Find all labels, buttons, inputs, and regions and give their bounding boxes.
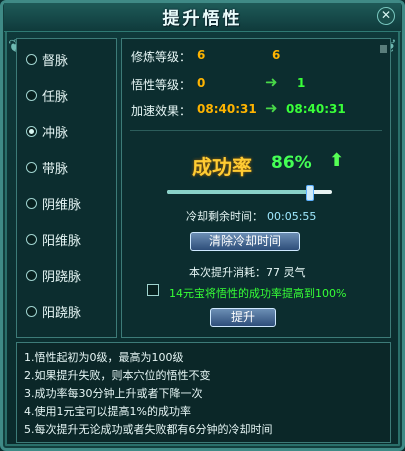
slider-fill: [167, 190, 309, 194]
close-button[interactable]: ✕: [377, 7, 395, 25]
radio-icon: [26, 161, 37, 173]
arrow-right-icon: ➜: [265, 73, 278, 91]
arrow-right-icon: ➜: [265, 99, 278, 117]
note-line: 4.使用1元宝可以提高1%的成功率: [24, 405, 191, 418]
meridian-label: 阳跷脉: [42, 305, 82, 321]
use-yuanbao-label: 14元宝将悟性的成功率提高到100%: [169, 287, 347, 300]
meridian-label: 阳维脉: [42, 233, 82, 249]
upgrade-cost: 本次提升消耗：77 灵气: [189, 266, 306, 279]
radio-icon: [26, 89, 37, 101]
radio-icon: [26, 305, 37, 317]
radio-icon: [26, 53, 37, 65]
speed-effect-current: 08:40:31: [197, 102, 257, 116]
speed-effect-next: 08:40:31: [286, 102, 346, 116]
radio-icon: [26, 197, 37, 209]
insight-level-current: 0: [197, 76, 206, 90]
divider: [130, 130, 382, 131]
note-line: 5.每次提升无论成功或者失败都有6分钟的冷却时间: [24, 423, 273, 436]
meridian-list: 督脉 任脉 冲脉 带脉 阴维脉 阳维脉 阴跷脉 阳跷脉: [16, 38, 117, 338]
cooldown-label: 冷却剩余时间：: [186, 210, 263, 223]
rules-notes: 1.悟性起初为0级，最高为100级 2.如果提升失败，则本穴位的悟性不变 3.成…: [16, 342, 391, 443]
arrow-up-icon: ⬆: [329, 150, 345, 171]
meridian-label: 督脉: [42, 53, 69, 69]
meridian-label: 阴维脉: [42, 197, 82, 213]
radio-selected-icon: [26, 125, 37, 137]
success-rate-title: 成功率: [192, 155, 252, 179]
note-line: 2.如果提升失败，则本穴位的悟性不变: [24, 369, 211, 382]
details-panel: 修炼等级： 6 6 悟性等级： 0 ➜ 1 加速效果： 08:40:31 ➜ 0…: [121, 38, 391, 338]
meridian-option-ren[interactable]: 任脉: [26, 86, 69, 105]
insight-level-next: 1: [297, 76, 306, 90]
scroll-indicator: [380, 45, 387, 53]
meridian-option-yinwei[interactable]: 阴维脉: [26, 194, 82, 213]
meridian-option-du[interactable]: 督脉: [26, 50, 69, 69]
insight-level-label: 悟性等级：: [131, 78, 192, 92]
speed-effect-label: 加速效果：: [131, 104, 192, 118]
meridian-option-yangwei[interactable]: 阳维脉: [26, 230, 82, 249]
cooldown-time: 00:05:55: [267, 210, 317, 223]
meridian-option-yinqiao[interactable]: 阴跷脉: [26, 266, 82, 285]
cooldown-row: 冷却剩余时间： 00:05:55: [186, 208, 316, 224]
meridian-label: 阴跷脉: [42, 269, 82, 285]
note-line: 1.悟性起初为0级，最高为100级: [24, 351, 184, 364]
cultivation-level-label: 修炼等级：: [131, 50, 192, 64]
meridian-label: 带脉: [42, 161, 69, 177]
success-rate-slider[interactable]: [167, 185, 332, 201]
meridian-option-yangqiao[interactable]: 阳跷脉: [26, 302, 82, 321]
meridian-option-dai[interactable]: 带脉: [26, 158, 69, 177]
clear-cooldown-button[interactable]: 清除冷却时间: [190, 232, 300, 251]
note-line: 3.成功率每30分钟上升或者下降一次: [24, 387, 203, 400]
cultivation-level-current: 6: [197, 48, 206, 62]
radio-icon: [26, 233, 37, 245]
meridian-option-chong[interactable]: 冲脉: [26, 122, 69, 141]
window-title: 提升悟性: [162, 9, 243, 29]
cultivation-level-next: 6: [272, 48, 281, 62]
slider-handle[interactable]: [305, 185, 314, 201]
success-rate-value: 86%: [271, 153, 312, 173]
upgrade-button[interactable]: 提升: [210, 308, 276, 327]
meridian-label: 任脉: [42, 89, 69, 105]
radio-icon: [26, 269, 37, 281]
meridian-label: 冲脉: [42, 125, 69, 141]
use-yuanbao-checkbox[interactable]: [147, 284, 159, 296]
